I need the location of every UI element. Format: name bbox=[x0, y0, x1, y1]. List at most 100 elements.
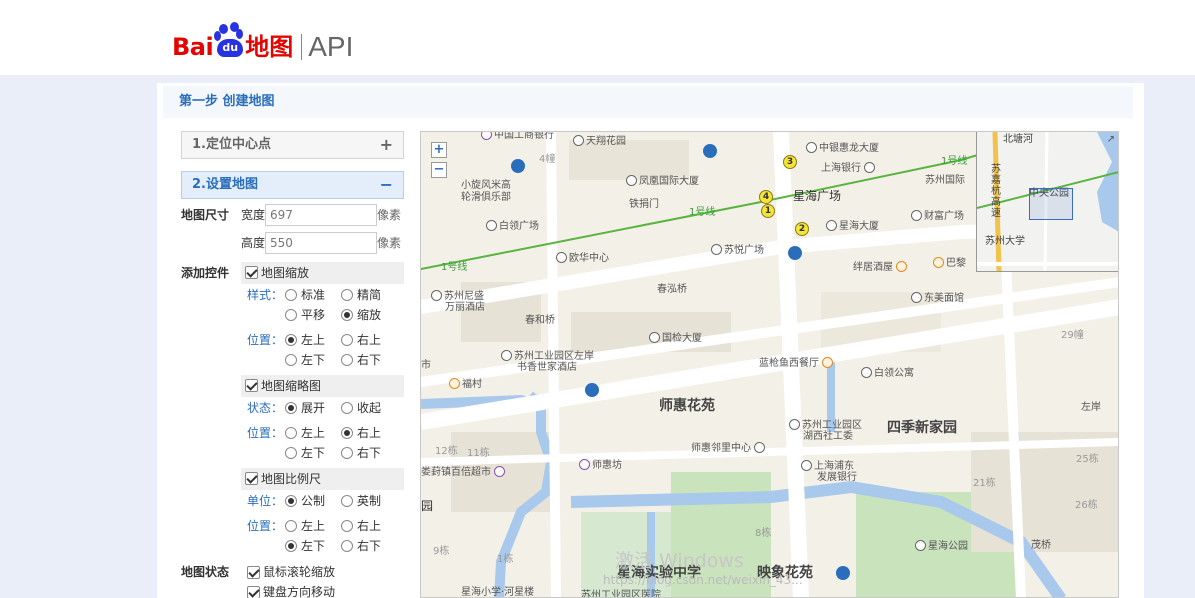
map-poi[interactable]: 欧华中心 bbox=[556, 252, 609, 265]
map-poi[interactable]: 中国工商银行 bbox=[481, 132, 554, 142]
map-poi[interactable]: 白领广场 bbox=[486, 220, 539, 233]
style-standard-radio[interactable] bbox=[285, 289, 297, 301]
map-canvas[interactable]: + − 3 4 1 2 中国工商银行 天翔花园 中银惠龙大厦 上海银行 苏州国际… bbox=[420, 131, 1119, 598]
map-poi[interactable]: 轮滑俱乐部 bbox=[461, 192, 511, 204]
logo-bai-text: Bai bbox=[172, 33, 214, 61]
keyboard-move-checkbox[interactable] bbox=[247, 586, 260, 598]
metro-line-label: 1号线 bbox=[941, 156, 968, 167]
metro-station-3[interactable]: 3 bbox=[783, 155, 797, 169]
hotel-icon bbox=[501, 350, 512, 361]
zoom-control-checkbox[interactable] bbox=[245, 266, 258, 279]
csdn-url-watermark: https://blog.csdn.net/weixin_43... bbox=[603, 573, 803, 587]
scale-pos-bl-radio[interactable] bbox=[285, 540, 297, 552]
map-poi[interactable]: 国检大厦 bbox=[649, 332, 702, 345]
map-poi[interactable]: 天翔花园 bbox=[573, 135, 626, 148]
map-area-label[interactable]: 园 bbox=[421, 500, 433, 512]
overview-viewport-box[interactable] bbox=[1029, 188, 1073, 220]
style-compact-radio[interactable] bbox=[341, 289, 353, 301]
map-poi[interactable]: 苏悦广场 bbox=[711, 244, 764, 257]
metro-station-label[interactable]: 星海广场 bbox=[793, 190, 841, 202]
zoom-control-toggle[interactable]: 地图缩放 bbox=[241, 262, 404, 284]
map-poi[interactable]: 市 bbox=[421, 360, 431, 372]
bus-stop-icon[interactable] bbox=[585, 383, 599, 397]
ov-pos-bl-radio[interactable] bbox=[285, 447, 297, 459]
map-poi[interactable]: 巴黎 bbox=[933, 257, 966, 270]
accordion-locate-center[interactable]: 1.定位中心点 + bbox=[181, 131, 404, 159]
map-poi[interactable]: 春和桥 bbox=[525, 315, 555, 327]
map-poi[interactable]: 中银惠龙大厦 bbox=[806, 142, 879, 155]
map-poi[interactable]: 发展银行 bbox=[817, 472, 857, 484]
baidu-map-logo[interactable]: Bai du 地图 API bbox=[172, 12, 353, 62]
ov-pos-tl-radio[interactable] bbox=[285, 427, 297, 439]
zoom-pos-br-radio[interactable] bbox=[341, 354, 353, 366]
style-zoom-radio[interactable] bbox=[341, 309, 353, 321]
map-area-label[interactable]: 四季新家园 bbox=[887, 421, 957, 435]
scale-control-checkbox[interactable] bbox=[245, 472, 258, 485]
map-poi[interactable]: 苏州工业园区医院 bbox=[581, 590, 661, 597]
metro-station-2[interactable]: 2 bbox=[795, 222, 809, 236]
overview-collapse-icon[interactable]: ↗ bbox=[1107, 134, 1115, 145]
scroll-zoom-checkbox[interactable] bbox=[247, 566, 260, 579]
map-poi[interactable]: 师惠邻里中心 bbox=[691, 442, 767, 455]
unit-metric-radio[interactable] bbox=[285, 495, 297, 507]
ov-pos-tr-radio[interactable] bbox=[341, 427, 353, 439]
zoom-in-button[interactable]: + bbox=[431, 142, 447, 158]
map-poi[interactable]: 上海银行 bbox=[821, 162, 877, 175]
map-poi[interactable]: 白领公寓 bbox=[861, 367, 914, 380]
scale-pos-br-radio[interactable] bbox=[341, 540, 353, 552]
zoom-pos-bl-radio[interactable] bbox=[285, 354, 297, 366]
map-poi[interactable]: 书香世家酒店 bbox=[517, 362, 577, 374]
bus-stop-icon[interactable] bbox=[703, 144, 717, 158]
state-expand-label: 展开 bbox=[301, 401, 326, 415]
map-poi[interactable]: 福村 bbox=[449, 378, 482, 391]
scale-position-row-1: 位置： 左上 右上 bbox=[181, 516, 404, 536]
zoom-out-button[interactable]: − bbox=[431, 162, 447, 178]
map-poi[interactable]: 师惠坊 bbox=[579, 459, 622, 472]
map-poi[interactable]: 星海小学·河星楼 bbox=[461, 587, 534, 597]
accordion-label: 1.定位中心点 bbox=[192, 137, 271, 152]
style-pan-radio[interactable] bbox=[285, 309, 297, 321]
state-expand-radio[interactable] bbox=[285, 402, 297, 414]
building-icon bbox=[806, 142, 817, 153]
zoom-pos-tr-radio[interactable] bbox=[341, 334, 353, 346]
map-poi[interactable]: 左岸 bbox=[1081, 402, 1101, 414]
map-poi[interactable]: 绊居酒屋 bbox=[853, 261, 909, 274]
map-poi[interactable]: 蓝枪鱼西餐厅 bbox=[759, 357, 835, 370]
scale-control-toggle[interactable]: 地图比例尺 bbox=[241, 468, 404, 490]
zoom-pos-tl-radio[interactable] bbox=[285, 334, 297, 346]
map-poi[interactable]: 茂桥 bbox=[1031, 540, 1051, 552]
scale-pos-tr-radio[interactable] bbox=[341, 520, 353, 532]
accordion-map-settings[interactable]: 2.设置地图 − bbox=[181, 171, 404, 199]
metro-station-4[interactable]: 4 bbox=[759, 190, 773, 204]
map-poi[interactable]: 春泓桥 bbox=[657, 284, 687, 296]
map-poi[interactable]: 万丽酒店 bbox=[445, 302, 485, 314]
map-poi[interactable]: 财富广场 bbox=[911, 210, 964, 223]
map-poi[interactable]: 娄葑镇百倍超市 bbox=[421, 466, 507, 479]
overview-control-toggle[interactable]: 地图缩略图 bbox=[241, 375, 404, 397]
overview-control-checkbox[interactable] bbox=[245, 379, 258, 392]
map-poi[interactable]: 东美面馆 bbox=[911, 292, 964, 305]
map-poi[interactable]: 铁捐门 bbox=[629, 199, 659, 211]
width-unit: 像素 bbox=[377, 208, 402, 222]
position-label: 位置： bbox=[247, 333, 284, 347]
map-poi[interactable]: 星海大厦 bbox=[826, 220, 879, 233]
width-input[interactable]: 697 bbox=[265, 204, 377, 226]
bus-stop-icon[interactable] bbox=[511, 159, 525, 173]
metro-station-1[interactable]: 1 bbox=[761, 204, 775, 218]
unit-imperial-radio[interactable] bbox=[341, 495, 353, 507]
ov-pos-br-radio[interactable] bbox=[341, 447, 353, 459]
map-poi[interactable]: 苏州国际 bbox=[925, 175, 965, 187]
state-collapse-radio[interactable] bbox=[341, 402, 353, 414]
map-poi[interactable]: 湖西社工委 bbox=[803, 431, 853, 443]
map-poi[interactable]: 凤凰国际大厦 bbox=[626, 175, 699, 188]
bus-stop-icon[interactable] bbox=[836, 566, 850, 580]
overview-map[interactable]: 北塘河 苏嘉杭高速 中央公园 苏州大学 ↗ bbox=[976, 132, 1118, 272]
height-input[interactable]: 550 bbox=[265, 232, 377, 254]
map-building-number: 29幢 bbox=[1061, 330, 1084, 341]
ov-pos-bl-label: 左下 bbox=[301, 446, 326, 460]
bus-stop-icon[interactable] bbox=[788, 246, 802, 260]
scale-pos-tl-radio[interactable] bbox=[285, 520, 297, 532]
map-poi[interactable]: 星海公园 bbox=[915, 540, 968, 553]
map-poi[interactable]: 小旋风米高 bbox=[461, 180, 511, 192]
map-area-label[interactable]: 师惠花苑 bbox=[659, 399, 715, 413]
